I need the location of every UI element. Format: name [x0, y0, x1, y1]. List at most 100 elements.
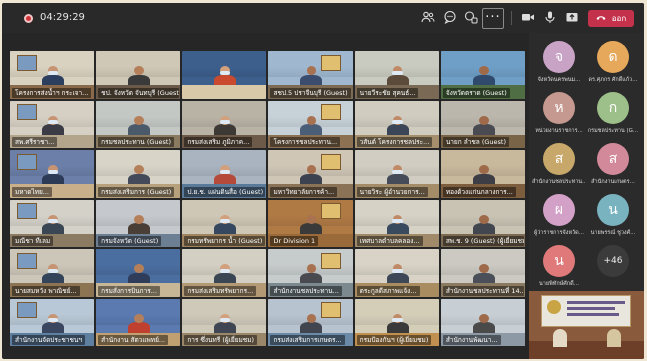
participant-label: กรมชลประทาน (G...: [587, 128, 639, 134]
reactions-icon[interactable]: [463, 10, 479, 26]
more-button[interactable]: ···: [482, 8, 504, 29]
video-tile[interactable]: นายวีระชัย สุคนธ์...: [354, 51, 439, 99]
video-tile[interactable]: จังหวัดตราด (Guest): [440, 51, 525, 99]
video-tile[interactable]: Dr Division 1: [268, 199, 353, 247]
video-tile[interactable]: นายก ลำชล (Guest): [440, 100, 525, 148]
video-tile[interactable]: ป.ย.ช. แผ่นดินสื่อ (Guest): [182, 150, 267, 198]
video-tile[interactable]: เทศบาลตำบลคลอง...: [354, 199, 439, 247]
video-tile[interactable]: กรมสั่งการบินการ...: [96, 249, 181, 297]
camera-icon[interactable]: [520, 10, 536, 26]
participant-name: นายวิระ ผู้อำนวยการ...: [356, 186, 428, 197]
participant-name: กรมสั่งการบินการ...: [98, 285, 160, 296]
meeting-table: [529, 341, 644, 359]
participant-name: สำนักงานจัดประชาชนฯ: [12, 335, 85, 345]
participant-avatar[interactable]: ห: [543, 92, 575, 124]
participant-label: สำนักงานเกษตร...: [591, 179, 635, 185]
participant-name: กรมชลประทาน (Guest): [98, 137, 174, 147]
participant-name: การ ซึ่งนทรี (ผู้เยี่ยมชม): [184, 335, 258, 345]
video-tile[interactable]: กรมส่งเสริม ภูมิภาค...: [182, 100, 267, 148]
participant-name: สชป.5 ปราจีนบุรี (Guest): [270, 87, 351, 98]
wall-frame: [16, 252, 37, 269]
participant-name: ป.ย.ช. แผ่นดินสื่อ (Guest): [184, 186, 266, 197]
video-tile[interactable]: กรมชลประทาน (Guest): [96, 100, 181, 148]
video-tile[interactable]: สพ.ศรีราชา...: [10, 100, 95, 148]
participant-name: นายก ลำชล (Guest): [442, 137, 509, 147]
video-tile[interactable]: ทองด้วงแก่นกลางการ...: [440, 150, 525, 198]
participant-avatar[interactable]: ผ: [543, 194, 575, 226]
video-tile[interactable]: สำนักงานชลประทาน...: [268, 249, 353, 297]
participant-label: หน่วยงานราชการ...: [535, 128, 583, 134]
participant-name: กรมจังหวัด (Guest): [98, 236, 162, 246]
video-tile[interactable]: นายสมหวัง พาณิชย์...: [10, 249, 95, 297]
video-tile[interactable]: การ ซึ่งนทรี (ผู้เยี่ยมชม): [182, 298, 267, 346]
wall-frame: [16, 104, 37, 121]
video-tile[interactable]: กรมส่งเสริมการเกษตร...: [268, 298, 353, 346]
video-tile[interactable]: กรมส่งเสริมทรัพยากร...: [182, 249, 267, 297]
wall-frame: [320, 104, 341, 121]
participant-name: มหาดไทย...: [12, 186, 53, 197]
video-tile[interactable]: [182, 51, 267, 99]
video-tile[interactable]: โครงการส่งน้ำฯ กระเจา...: [10, 51, 95, 99]
video-tile[interactable]: สำนักงานชลประทานที่ 14...: [440, 249, 525, 297]
participant-avatar[interactable]: น: [597, 194, 629, 226]
participant-name: สพ.ศรีราชา...: [12, 137, 58, 147]
participant-name: สำนักงานชลประทานที่ 14...: [442, 285, 524, 296]
video-tile[interactable]: สำนักงาน สัตวแพทย์...: [96, 298, 181, 346]
participant-name: มหาวิทยาลัยการค้า...: [270, 186, 338, 197]
leave-button[interactable]: ออก: [588, 10, 634, 27]
more-participants-count[interactable]: +46: [597, 245, 629, 277]
mic-icon[interactable]: [542, 10, 558, 26]
video-tile[interactable]: มหาวิทยาลัยการค้า...: [268, 150, 353, 198]
video-tile[interactable]: มหาดไทย...: [10, 150, 95, 198]
video-grid: โครงการส่งน้ำฯ กระเจา... ชป. จังหวัด จันท…: [10, 51, 525, 346]
participant-avatar[interactable]: น: [543, 245, 575, 277]
video-tile[interactable]: โครงการชลประทาน...: [268, 100, 353, 148]
wall-frame: [16, 153, 37, 170]
video-tile[interactable]: กรมป้องกันฯ (ผู้เยี่ยมชม): [354, 298, 439, 346]
meeting-window: 04:29:29 ··· ออก โครงการส่งน้ำฯ กระเจา..…: [2, 3, 644, 359]
video-tile[interactable]: สพ.ช. 9 (Guest) (ผู้เยี่ยมชม): [440, 199, 525, 247]
self-video-preview[interactable]: [529, 291, 644, 359]
wall-frame: [320, 302, 341, 319]
participant-label: ดร.ศุภกร ศักดิ์แก้ว...: [588, 77, 638, 83]
chat-icon[interactable]: [442, 10, 458, 26]
recording-indicator: [24, 14, 33, 23]
participant-name: กรมทรัพยากร น้ำ (Guest): [184, 236, 266, 246]
participant-avatar[interactable]: ส: [543, 143, 575, 175]
wall-frame: [16, 302, 37, 319]
tile-table: [182, 85, 267, 99]
video-tile[interactable]: ชป. จังหวัด จันทบุรี (Guest): [96, 51, 181, 99]
participant-avatar[interactable]: ก: [597, 92, 629, 124]
video-tile[interactable]: ตระกูลดีสภาพแจ้ง...: [354, 249, 439, 297]
participant-name: นายสมหวัง พาณิชย์...: [12, 285, 80, 296]
presentation-text-block: [567, 301, 625, 304]
participant-name: กรมส่งเสริมทรัพยากร...: [184, 285, 257, 296]
participant-name: กรมส่งเสริมการ (Guest): [98, 186, 175, 197]
participant-name: สำนักงาน สัตวแพทย์...: [98, 335, 169, 345]
wall-frame: [320, 54, 341, 71]
participant-avatar[interactable]: ส: [597, 143, 629, 175]
participant-label: นายพรรณ์ ชูวงศ์...: [590, 230, 636, 236]
participant-avatar[interactable]: ด: [597, 41, 629, 73]
participant-name: Dr Division 1: [270, 236, 319, 246]
participant-name: เทศบาลตำบลคลอง...: [356, 236, 423, 246]
wall-frame: [16, 203, 37, 220]
video-tile[interactable]: กรมจังหวัด (Guest): [96, 199, 181, 247]
participant-name: ทองด้วงแก่นกลางการ...: [442, 186, 516, 197]
participant-name: จังหวัดตราด (Guest): [442, 87, 510, 98]
video-tile[interactable]: สำนักงานจัดประชาชนฯ: [10, 298, 95, 346]
video-tile[interactable]: มณีชา ทีเลม: [10, 199, 95, 247]
participant-name: ตระกูลดีสภาพแจ้ง...: [356, 285, 420, 296]
presentation-logo: [547, 300, 561, 314]
share-icon[interactable]: [564, 10, 580, 26]
people-icon[interactable]: [420, 10, 436, 26]
video-tile[interactable]: กรมทรัพยากร น้ำ (Guest): [182, 199, 267, 247]
participant-avatar[interactable]: จ: [543, 41, 575, 73]
participant-name: โครงการส่งน้ำฯ กระเจา...: [12, 87, 92, 98]
video-tile[interactable]: สำนักงานพัฒนา...: [440, 298, 525, 346]
video-tile[interactable]: กรมส่งเสริมการ (Guest): [96, 150, 181, 198]
video-tile[interactable]: นายวิระ ผู้อำนวยการ...: [354, 150, 439, 198]
video-tile[interactable]: สชป.5 ปราจีนบุรี (Guest): [268, 51, 353, 99]
video-tile[interactable]: วสันต์ โครงการชลประ...: [354, 100, 439, 148]
meeting-toolbar: 04:29:29 ··· ออก: [2, 3, 644, 33]
